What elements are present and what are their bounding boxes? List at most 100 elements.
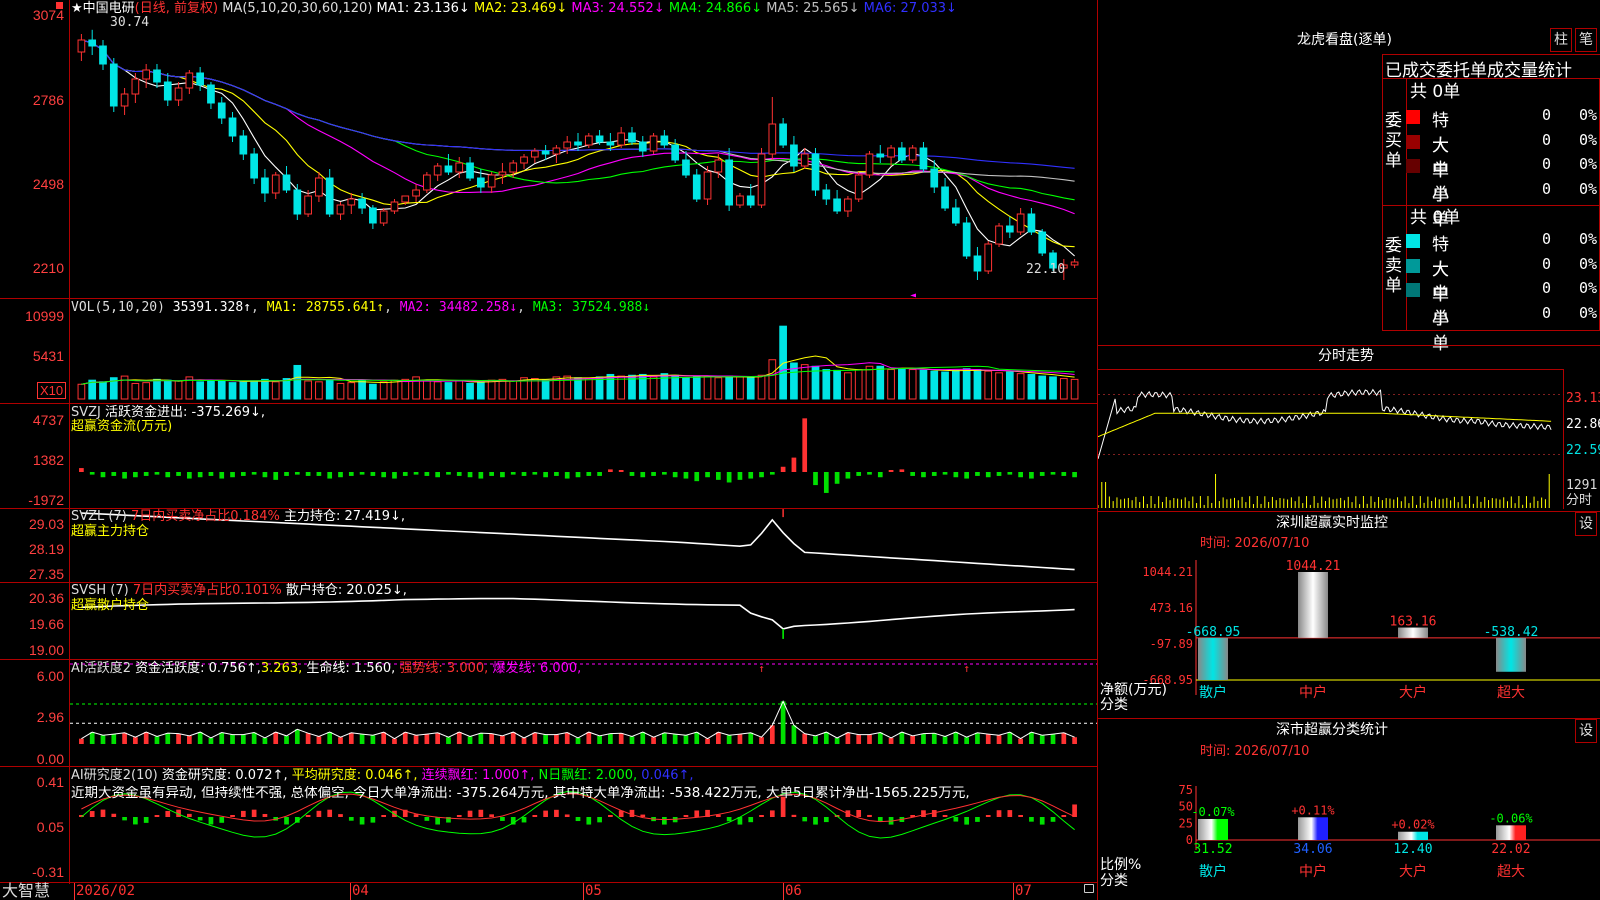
- candle-body: [584, 135, 593, 146]
- research-bar: [165, 810, 171, 817]
- intraday-chart[interactable]: [1098, 370, 1564, 510]
- candle-body: [358, 198, 366, 209]
- volume-bar: [304, 380, 312, 400]
- candle-body: [714, 159, 723, 173]
- activity-bar: [316, 736, 322, 744]
- stats-chart[interactable]: 7550250-0.07%31.52散户+0.11%34.06中户+0.02%1…: [1098, 756, 1600, 900]
- ma1-value: MA1: 23.136↓: [376, 1, 470, 16]
- activity-bar: [759, 737, 764, 744]
- candle-body: [99, 45, 107, 65]
- svzl-desc: 7日内买卖净占比0.184%: [130, 509, 280, 524]
- svzj-subtitle: 超赢资金流(万元): [71, 419, 173, 434]
- ai-activity-t3: 生命线: 1.560,: [306, 661, 396, 676]
- flow-bar: [197, 472, 203, 478]
- flow-bar: [111, 472, 117, 476]
- activity-bar: [251, 732, 257, 744]
- x-tick-mark: [583, 883, 584, 900]
- research-bar: [1018, 815, 1023, 817]
- research-bar: [1029, 817, 1034, 822]
- buy-total: 共 0单: [1410, 82, 1461, 102]
- volume-bar: [865, 365, 874, 400]
- research-bar: [521, 817, 527, 823]
- activity-bar: [338, 737, 343, 744]
- volume-bar: [995, 372, 1003, 400]
- flow-bar: [251, 472, 257, 475]
- candle-body: [908, 147, 917, 161]
- color-swatch: [1406, 110, 1420, 124]
- activity-bar: [823, 732, 829, 744]
- ai-research-t1: 资金研究度: 0.072↑,: [161, 768, 288, 783]
- svzj-title: SVZJ: [71, 405, 101, 420]
- volume-bar: [757, 374, 766, 400]
- vol-ytick: 10999: [25, 308, 64, 324]
- volume-bar: [390, 379, 399, 400]
- kline-chart[interactable]: [70, 16, 1097, 298]
- candle-body: [1016, 213, 1025, 233]
- flow-bar: [662, 472, 667, 475]
- flow-bar: [1007, 472, 1013, 475]
- activity-bar: [791, 725, 797, 744]
- tick-mode-button[interactable]: 笔: [1575, 28, 1597, 52]
- flow-bar: [975, 472, 980, 476]
- research-bar: [100, 809, 106, 817]
- order-count: 0: [1542, 303, 1552, 322]
- candle-body: [800, 153, 809, 167]
- stats-settings-button[interactable]: 设: [1575, 719, 1597, 743]
- x-tick: 2026/02: [76, 883, 136, 899]
- candle-body: [811, 153, 820, 191]
- candle-body: [88, 39, 97, 47]
- pane-sep: [0, 882, 1098, 883]
- candle-body: [498, 171, 507, 176]
- monitor-bar: [1496, 637, 1526, 672]
- flow-bar: [931, 472, 937, 476]
- candle-body: [1070, 261, 1079, 266]
- x-tick: 05: [585, 883, 602, 899]
- research-bar: [1007, 810, 1013, 817]
- flow-bar: [79, 468, 84, 472]
- volume-bar: [1016, 373, 1025, 400]
- main-chart-area[interactable]: ★中国电研(日线, 前复权) MA(5,10,20,30,60,120) MA1…: [0, 0, 1098, 900]
- activity-bar: [489, 733, 494, 744]
- candle-body: [401, 195, 410, 203]
- research-bar: [467, 810, 473, 817]
- candle-body: [466, 162, 474, 179]
- ai-activity-t2: 3.263,: [260, 661, 303, 676]
- flow-bar: [694, 472, 700, 482]
- volume-bar: [271, 381, 280, 400]
- menu-corner-icon[interactable]: [56, 2, 63, 9]
- monitor-chart[interactable]: 1044.21473.16-97.89-668.95-668.95散户1044.…: [1098, 555, 1600, 720]
- bar-mode-button[interactable]: 柱: [1550, 28, 1572, 52]
- ma6-value: MA6: 27.033↓: [863, 1, 957, 16]
- volume-bar: [282, 378, 291, 400]
- research-bar: [133, 817, 138, 825]
- activity-bar: [240, 734, 246, 744]
- x-tick: 06: [785, 883, 802, 899]
- lock-icon[interactable]: [1084, 884, 1094, 893]
- flow-bar: [435, 472, 441, 478]
- activity-bar: [446, 737, 451, 744]
- ai-research-t5: 0.046↑,: [641, 768, 694, 783]
- volume-bar: [833, 369, 841, 400]
- flow-bar: [305, 472, 311, 476]
- color-swatch: [1406, 134, 1420, 149]
- stats-value-label: 22.02: [1491, 842, 1530, 857]
- flow-bar: [985, 472, 991, 478]
- research-bar: [823, 817, 829, 823]
- flow-bar: [456, 472, 462, 476]
- vol-ma1: MA1: 28755.641↑: [266, 300, 385, 315]
- star-icon[interactable]: ★: [71, 1, 83, 16]
- candle-body: [304, 195, 312, 215]
- research-bar: [143, 817, 149, 823]
- activity-bar: [672, 734, 678, 744]
- candle-body: [757, 153, 766, 206]
- color-swatch: [1406, 283, 1420, 297]
- activity-bar: [877, 732, 883, 744]
- volume-bar: [530, 378, 539, 400]
- stats-value-label: 31.52: [1193, 842, 1232, 857]
- flow-bar: [640, 472, 646, 478]
- svsh-ytick: 19.00: [28, 642, 64, 658]
- monitor-settings-button[interactable]: 设: [1575, 512, 1597, 536]
- volume-bar: [239, 381, 248, 400]
- ai-research-chart[interactable]: [70, 767, 1097, 882]
- activity-bar: [1018, 738, 1023, 744]
